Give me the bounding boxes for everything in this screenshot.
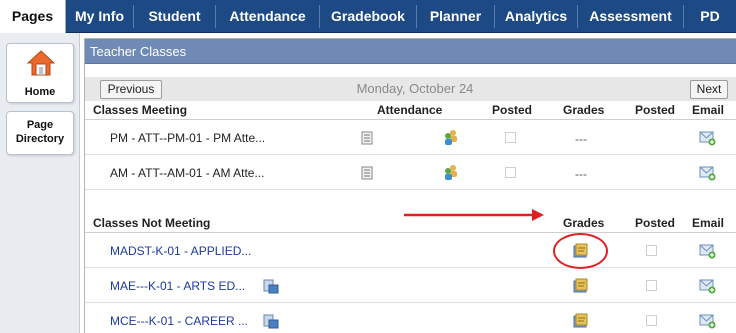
posted-checkbox[interactable] xyxy=(505,167,516,178)
table-row: MAE---K-01 - ARTS ED... xyxy=(85,269,736,303)
posted-checkbox[interactable] xyxy=(646,315,657,326)
home-icon xyxy=(27,50,55,76)
attendance-icon[interactable] xyxy=(443,164,459,180)
home-label: Home xyxy=(24,86,56,98)
tab-planner[interactable]: Planner xyxy=(417,0,494,33)
grades-value: --- xyxy=(575,167,587,181)
previous-button[interactable]: Previous xyxy=(100,80,162,99)
tab-attendance[interactable]: Attendance xyxy=(216,0,319,33)
annotation-arrow xyxy=(404,209,544,221)
panel-title: Teacher Classes xyxy=(85,39,736,64)
attendance-icon[interactable] xyxy=(443,129,459,145)
posted-checkbox[interactable] xyxy=(505,132,516,143)
column-email: Email xyxy=(692,103,725,117)
tab-pages[interactable]: Pages xyxy=(0,0,66,33)
column-grades: Grades xyxy=(563,103,605,117)
gradebook-icon[interactable] xyxy=(572,313,589,329)
tab-gradebook[interactable]: Gradebook xyxy=(320,0,416,33)
page-directory-label: Page Directory xyxy=(15,119,65,145)
next-button[interactable]: Next xyxy=(690,80,728,99)
email-icon[interactable] xyxy=(699,313,716,329)
table-row: AM - ATT--AM-01 - AM Atte... --- xyxy=(85,156,736,190)
seating-chart-icon[interactable] xyxy=(361,131,373,145)
class-link[interactable]: MCE---K-01 - CAREER ... xyxy=(110,314,248,328)
page-directory-button[interactable]: Page Directory xyxy=(6,111,74,155)
seating-chart-icon[interactable] xyxy=(361,166,373,180)
class-info-icon[interactable] xyxy=(263,314,279,329)
date-label: Monday, October 24 xyxy=(356,81,474,96)
column-posted: Posted xyxy=(492,103,533,117)
column-grades: Grades xyxy=(563,216,605,230)
tab-pd[interactable]: PD xyxy=(684,0,736,33)
tab-my-info[interactable]: My Info xyxy=(66,0,133,33)
class-name: PM - ATT--PM-01 - PM Atte... xyxy=(110,131,266,145)
table-row: MCE---K-01 - CAREER ... xyxy=(85,304,736,333)
date-bar: Previous Monday, October 24 Next xyxy=(85,77,736,101)
email-icon[interactable] xyxy=(699,278,716,294)
email-icon[interactable] xyxy=(699,165,716,181)
email-icon[interactable] xyxy=(699,243,716,259)
grades-value: --- xyxy=(575,132,587,146)
section-title: Classes Not Meeting xyxy=(93,216,211,230)
section-title: Classes Meeting xyxy=(93,103,188,117)
column-posted: Posted xyxy=(635,103,676,117)
table-row: MADST-K-01 - APPLIED... xyxy=(85,234,736,268)
tab-student[interactable]: Student xyxy=(134,0,215,33)
class-link[interactable]: MADST-K-01 - APPLIED... xyxy=(110,244,251,258)
tab-analytics[interactable]: Analytics xyxy=(495,0,577,33)
posted-checkbox[interactable] xyxy=(646,245,657,256)
top-nav: Pages My Info Student Attendance Gradebo… xyxy=(0,0,736,33)
tab-assessment[interactable]: Assessment xyxy=(578,0,683,33)
column-attendance: Attendance xyxy=(377,103,443,117)
class-name: AM - ATT--AM-01 - AM Atte... xyxy=(110,166,265,180)
gradebook-icon[interactable] xyxy=(572,278,589,294)
column-posted: Posted xyxy=(635,216,676,230)
home-button[interactable]: Home xyxy=(6,43,74,103)
email-icon[interactable] xyxy=(699,130,716,146)
left-panel: Home Page Directory xyxy=(0,33,80,333)
classes-meeting-header: Classes Meeting Attendance Posted Grades… xyxy=(85,101,736,120)
posted-checkbox[interactable] xyxy=(646,280,657,291)
table-row: PM - ATT--PM-01 - PM Atte... --- xyxy=(85,121,736,155)
class-link[interactable]: MAE---K-01 - ARTS ED... xyxy=(110,279,245,293)
class-info-icon[interactable] xyxy=(263,279,279,294)
column-email: Email xyxy=(692,216,725,230)
annotation-circle xyxy=(553,233,608,269)
teacher-classes-panel: Teacher Classes Previous Monday, October… xyxy=(84,38,736,333)
